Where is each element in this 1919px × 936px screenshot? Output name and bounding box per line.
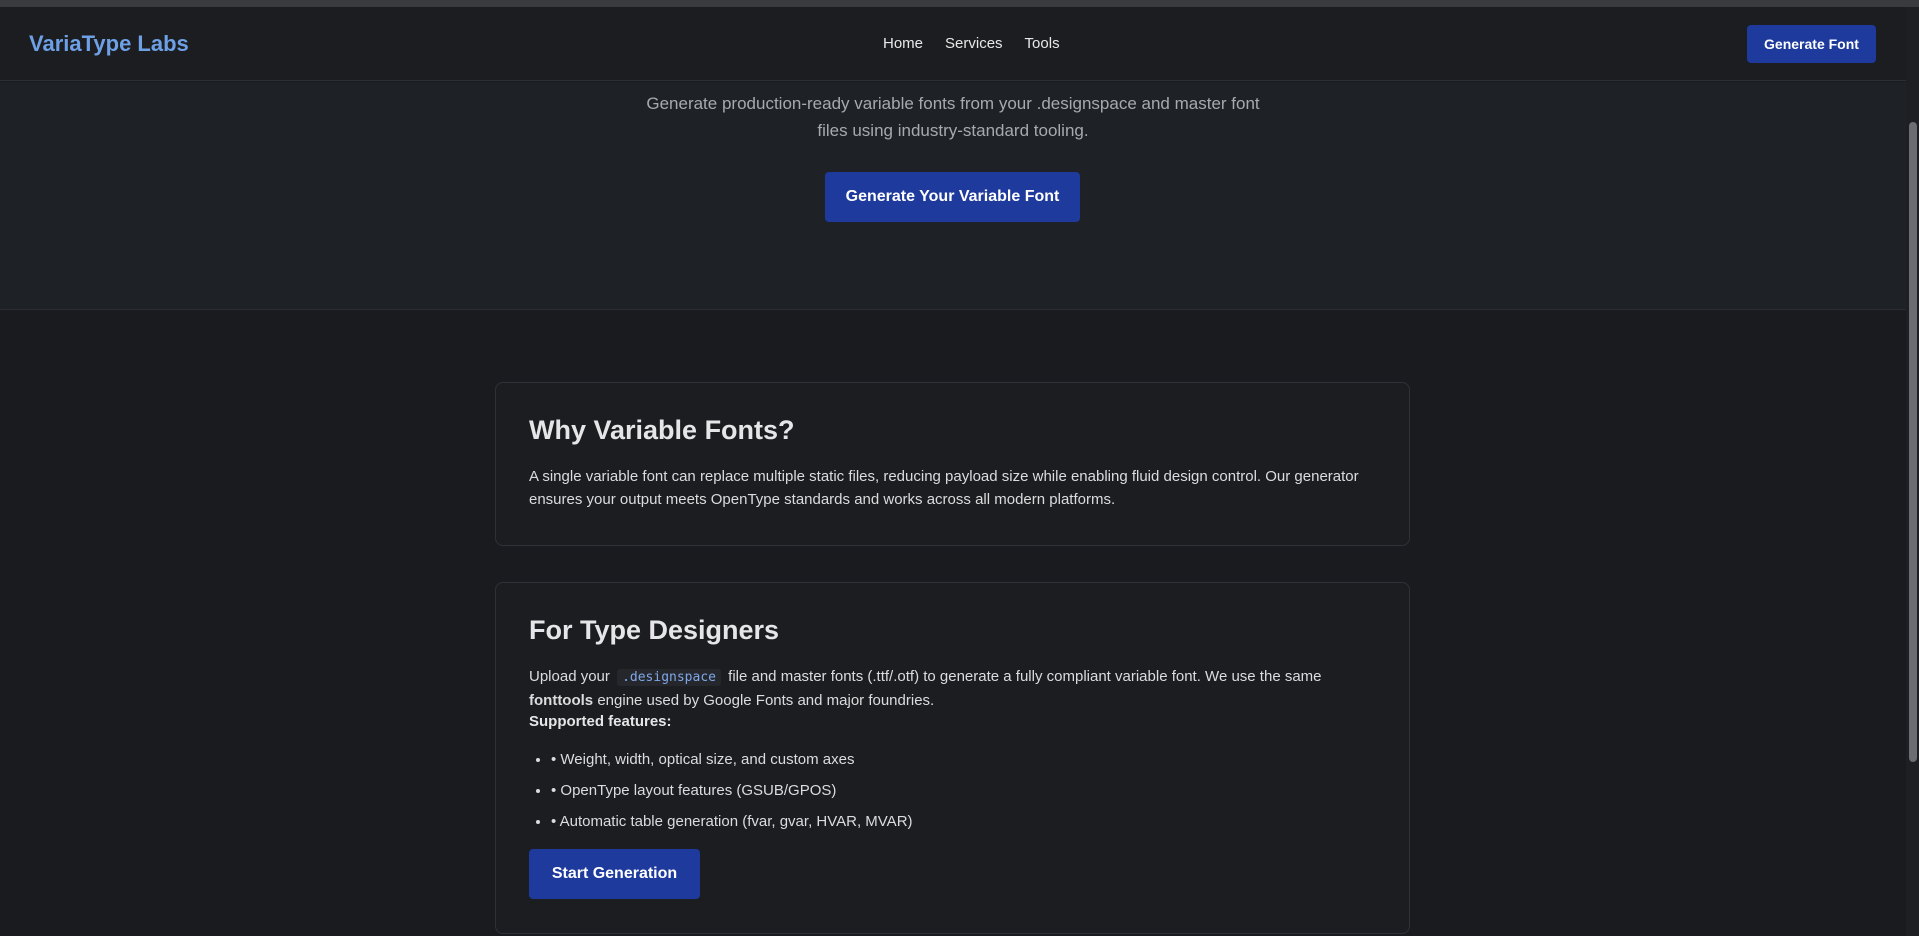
- top-navbar: VariaType Labs Home Services Tools Gener…: [0, 7, 1906, 81]
- brand-logo[interactable]: VariaType Labs: [29, 31, 189, 57]
- body-suffix: engine used by Google Fonts and major fo…: [597, 692, 935, 709]
- hero-section: Generate production-ready variable fonts…: [0, 82, 1906, 310]
- features-label: Supported features:: [529, 713, 672, 730]
- fonttools-term: fonttools: [529, 692, 594, 709]
- type-designers-card: For Type Designers Upload your .designsp…: [495, 582, 1410, 934]
- generate-variable-font-button[interactable]: Generate Your Variable Font: [825, 172, 1080, 222]
- body-prefix: Upload your: [529, 668, 610, 685]
- generate-font-button[interactable]: Generate Font: [1747, 25, 1876, 63]
- why-variable-fonts-card: Why Variable Fonts? A single variable fo…: [495, 382, 1410, 546]
- nav-link-services[interactable]: Services: [945, 35, 1003, 52]
- why-card-body: A single variable font can replace multi…: [529, 468, 1359, 508]
- why-card-title: Why Variable Fonts?: [529, 415, 795, 445]
- page-scrollbar[interactable]: [1906, 7, 1919, 936]
- hero-subtitle: Generate production-ready variable fonts…: [646, 94, 1260, 140]
- browser-top-strip: [0, 0, 1919, 7]
- features-list: • Weight, width, optical size, and custo…: [529, 744, 1376, 837]
- scrollbar-thumb[interactable]: [1909, 122, 1917, 762]
- designers-card-body: Upload your .designspace file and master…: [529, 665, 1376, 712]
- nav-links: Home Services Tools: [883, 35, 1060, 52]
- feature-item: • Weight, width, optical size, and custo…: [551, 744, 1376, 775]
- designers-card-title: For Type Designers: [529, 615, 780, 645]
- designspace-code: .designspace: [617, 669, 721, 686]
- start-generation-button[interactable]: Start Generation: [529, 849, 700, 899]
- feature-item: • Automatic table generation (fvar, gvar…: [551, 806, 1376, 837]
- nav-link-tools[interactable]: Tools: [1025, 35, 1060, 52]
- feature-item: • OpenType layout features (GSUB/GPOS): [551, 775, 1376, 806]
- nav-link-home[interactable]: Home: [883, 35, 923, 52]
- body-middle: file and master fonts (.ttf/.otf) to gen…: [728, 668, 1322, 685]
